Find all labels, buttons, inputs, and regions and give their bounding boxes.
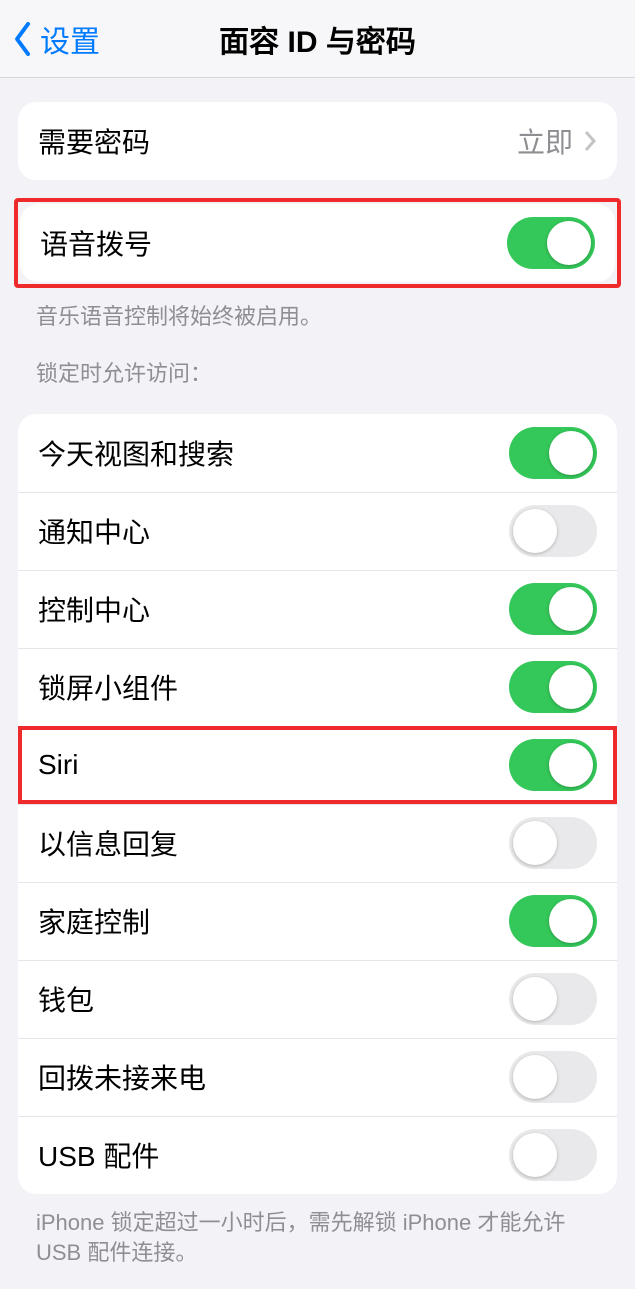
row-value: 立即 [517,121,573,161]
row-label: 需要密码 [38,121,150,161]
row-label: Siri [38,749,78,781]
row-lock-access[interactable]: 回拨未接来电 [18,1038,617,1116]
row-label: 以信息回复 [38,823,178,863]
row-lock-access[interactable]: USB 配件 [18,1116,617,1194]
row-label: 控制中心 [38,589,150,629]
toggle-lock-access[interactable] [509,583,597,635]
row-label: 家庭控制 [38,901,150,941]
back-label: 设置 [40,17,100,61]
row-lock-access[interactable]: 通知中心 [18,492,617,570]
group-voice-dial: 语音拨号 [20,204,615,282]
toggle-lock-access[interactable] [509,895,597,947]
group-lock-access: 今天视图和搜索通知中心控制中心锁屏小组件 Siri 以信息回复家庭控制钱包回拨未接来… [18,414,617,1194]
header-lock-access: 锁定时允许访问： [0,333,635,390]
chevron-left-icon [12,21,34,57]
row-label: 回拨未接来电 [38,1057,206,1097]
footer-lock-access: iPhone 锁定超过一小时后，需先解锁 iPhone 才能允许USB 配件连接… [0,1194,635,1289]
row-lock-access[interactable]: 控制中心 [18,570,617,648]
toggle-lock-access[interactable] [509,817,597,869]
row-lock-access[interactable]: 钱包 [18,960,617,1038]
toggle-lock-access[interactable] [509,973,597,1025]
page-title: 面容 ID 与密码 [219,17,416,61]
group-require-passcode: 需要密码 立即 [18,102,617,180]
toggle-lock-access[interactable] [509,1051,597,1103]
toggle-lock-access[interactable] [509,1129,597,1181]
toggle-voice-dial[interactable] [507,217,595,269]
row-label: 通知中心 [38,511,150,551]
row-label: 今天视图和搜索 [38,433,234,473]
navigation-bar: 设置 面容 ID 与密码 [0,0,635,78]
highlight-voice-dial: 语音拨号 [14,198,621,288]
row-label: 语音拨号 [40,223,152,263]
toggle-lock-access[interactable] [509,505,597,557]
toggle-lock-access[interactable] [509,427,597,479]
row-lock-access[interactable]: 家庭控制 [18,882,617,960]
row-lock-access[interactable]: 今天视图和搜索 [18,414,617,492]
row-label: 钱包 [38,979,94,1019]
row-lock-access[interactable]: 以信息回复 [18,804,617,882]
row-require-passcode[interactable]: 需要密码 立即 [18,102,617,180]
row-label: USB 配件 [38,1135,159,1175]
chevron-right-icon [583,129,597,153]
row-label: 锁屏小组件 [38,667,178,707]
footer-voice-dial: 音乐语音控制将始终被启用。 [0,288,635,333]
back-button[interactable]: 设置 [12,17,100,61]
row-lock-access[interactable]: 锁屏小组件 [18,648,617,726]
toggle-lock-access[interactable] [509,739,597,791]
row-voice-dial[interactable]: 语音拨号 [20,204,615,282]
toggle-lock-access[interactable] [509,661,597,713]
row-lock-access[interactable]: Siri [18,726,617,804]
